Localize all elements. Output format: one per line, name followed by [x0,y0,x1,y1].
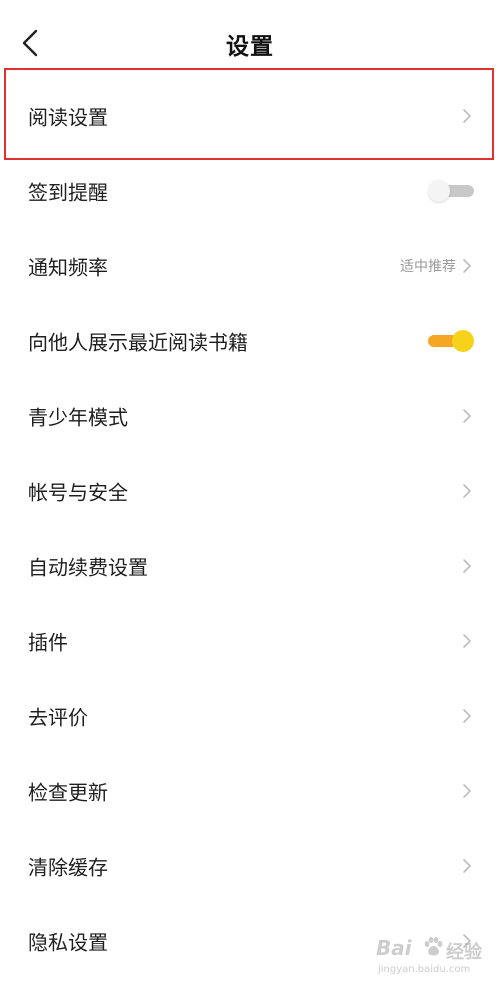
baidu-jingyan-watermark: Bai 经验 jingyan.baidu.com [374,934,494,986]
header-bar: 设置 [0,0,500,80]
watermark-url: jingyan.baidu.com [378,964,471,975]
checkin-reminder-toggle[interactable] [428,179,474,203]
chevron-right-icon [462,708,472,724]
settings-row-label: 插件 [28,630,68,654]
settings-row-label: 隐私设置 [28,930,108,954]
settings-row-account-security[interactable]: 帐号与安全 [0,453,500,528]
chevron-right-icon [462,483,472,499]
settings-row-check-update[interactable]: 检查更新 [0,753,500,828]
chevron-right-icon [462,408,472,424]
settings-row-label: 清除缓存 [28,855,108,879]
chevron-right-icon [462,258,472,274]
settings-row-auto-renew[interactable]: 自动续费设置 [0,528,500,603]
settings-row-checkin-reminder: 签到提醒 [0,153,500,228]
settings-row-label: 通知频率 [28,255,108,279]
settings-row-teen-mode[interactable]: 青少年模式 [0,378,500,453]
chevron-right-icon [462,633,472,649]
settings-row-label: 检查更新 [28,780,108,804]
settings-row-reading[interactable]: 阅读设置 [0,78,500,153]
settings-row-clear-cache[interactable]: 清除缓存 [0,828,500,903]
chevron-right-icon [462,108,472,124]
toggle-knob [428,179,450,202]
settings-list: 阅读设置 签到提醒 通知频率 适中推荐 向他人展示最近阅读书籍 青少年模式 帐号… [0,78,500,978]
settings-row-label: 签到提醒 [28,180,108,204]
page-title: 设置 [226,34,274,60]
chevron-right-icon [462,858,472,874]
notification-frequency-value: 适中推荐 [400,258,456,275]
watermark-brand: Bai [376,936,412,960]
chevron-right-icon [462,558,472,574]
settings-row-label: 帐号与安全 [28,480,128,504]
settings-row-show-recent-reading: 向他人展示最近阅读书籍 [0,303,500,378]
settings-row-label: 青少年模式 [28,405,128,429]
paw-icon [422,936,444,958]
settings-row-label: 阅读设置 [28,105,108,129]
settings-row-rate-app[interactable]: 去评价 [0,678,500,753]
toggle-knob [452,329,474,352]
settings-row-label: 向他人展示最近阅读书籍 [28,330,248,354]
settings-row-plugins[interactable]: 插件 [0,603,500,678]
settings-row-label: 去评价 [28,705,88,729]
show-recent-reading-toggle[interactable] [428,329,474,353]
settings-row-notification-frequency[interactable]: 通知频率 适中推荐 [0,228,500,303]
chevron-right-icon [462,783,472,799]
watermark-suffix: 经验 [446,942,482,963]
settings-row-label: 自动续费设置 [28,555,148,579]
